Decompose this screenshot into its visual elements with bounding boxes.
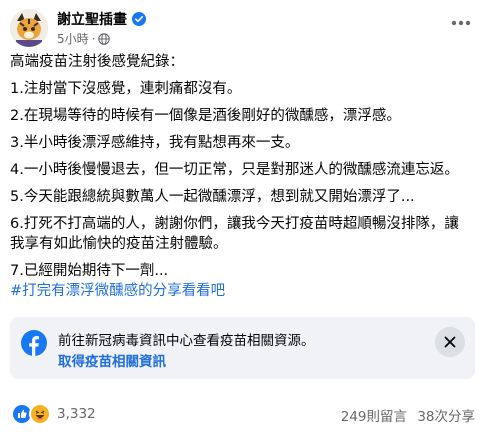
reaction-count: 3,332 xyxy=(57,406,96,422)
post-text-line: 高端疫苗注射後感覺紀錄： xyxy=(10,54,184,70)
post-text-line: 7.已經開始期待下一劑... xyxy=(10,263,169,279)
comments-count[interactable]: 249則留言 xyxy=(341,409,407,425)
page-name-text[interactable]: 謝立聖插畫 xyxy=(57,9,127,29)
more-options-button[interactable] xyxy=(447,10,475,30)
info-card-text: 前往新冠病毒資訊中心查看疫苗相關資源。 xyxy=(58,333,315,349)
post-meta: 5小時 · xyxy=(57,30,111,47)
post-text-line: 1.注射當下沒感覺，連刺痛都沒有。 xyxy=(10,81,242,97)
reactions-summary[interactable]: 3,332 xyxy=(11,403,96,425)
more-options-icon xyxy=(451,11,471,30)
post-text-line: 6.打死不打高端的人，謝謝你們，讓我今天打疫苗時超順暢沒排隊，讓 xyxy=(10,216,459,232)
post-text-line: 5.今天能跟總統與數萬人一起微醺漂浮，想到就又開始漂浮了... xyxy=(10,189,415,205)
close-icon xyxy=(444,333,456,352)
globe-icon[interactable] xyxy=(98,32,111,45)
facebook-logo-icon xyxy=(21,330,47,356)
haha-reaction-icon xyxy=(29,403,51,425)
avatar[interactable] xyxy=(10,9,48,47)
post-text-line: 4.一小時後慢慢退去，但一切正常，只是對那迷人的微醺感流連忘返。 xyxy=(10,162,459,178)
close-card-button[interactable] xyxy=(435,327,465,357)
post-text-line: 我享有如此愉快的疫苗注射體驗。 xyxy=(10,236,228,252)
shares-count[interactable]: 38次分享 xyxy=(417,409,475,425)
page-name[interactable]: 謝立聖插畫 xyxy=(57,9,146,29)
post-text-line: 2.在現場等待的時候有一個像是酒後剛好的微醺感，漂浮感。 xyxy=(10,108,401,124)
meta-separator: · xyxy=(91,31,96,46)
verified-badge-icon xyxy=(132,12,146,26)
post-text-line: 3.半小時後漂浮感維持，我有點想再來一支。 xyxy=(10,135,300,151)
post-stats: 249則留言 38次分享 xyxy=(341,405,475,425)
post-time[interactable]: 5小時 xyxy=(57,30,89,47)
vaccine-info-card[interactable]: 前往新冠病毒資訊中心查看疫苗相關資源。 取得疫苗相關資訊 xyxy=(10,317,475,379)
hashtag-link[interactable]: #打完有漂浮微醺感的分享看看吧 xyxy=(10,281,225,301)
info-card-link[interactable]: 取得疫苗相關資訊 xyxy=(58,350,166,370)
